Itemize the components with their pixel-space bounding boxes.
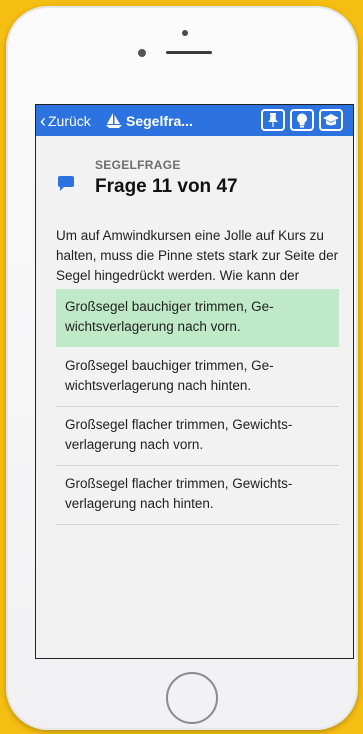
pin-button[interactable] (261, 109, 285, 131)
hint-button[interactable] (290, 109, 314, 131)
nav-title: Segelfra... (106, 105, 193, 136)
answer-text: Großsegel flacher trimmen, Gewichts-verl… (65, 417, 293, 452)
sensor (138, 49, 146, 57)
answer-option-3[interactable]: Großsegel flacher trimmen, Gewichts-verl… (56, 407, 339, 466)
graduation-cap-icon (323, 113, 339, 125)
lightbulb-icon (297, 113, 307, 127)
sailboat-icon (106, 113, 122, 128)
speaker (166, 51, 212, 54)
home-button[interactable] (166, 672, 218, 724)
question-title: Frage 11 von 47 (95, 176, 238, 197)
answer-list: Großsegel bauchiger trimmen, Ge-wichtsve… (56, 289, 339, 525)
camera (182, 30, 188, 36)
screen: ‹ Zurück Segelfra... SEGELFRAGE Frage 11… (35, 104, 354, 659)
chevron-left-icon: ‹ (40, 110, 46, 131)
answer-option-4[interactable]: Großsegel flacher trimmen, Gewichts-verl… (56, 466, 339, 525)
answer-option-2[interactable]: Großsegel bauchiger trimmen, Ge-wichtsve… (56, 348, 339, 407)
answer-text: Großsegel bauchiger trimmen, Ge-wichtsve… (65, 358, 274, 393)
nav-title-text: Segelfra... (126, 112, 193, 129)
answer-text: Großsegel flacher trimmen, Gewichts-verl… (65, 476, 293, 511)
phone-frame: ‹ Zurück Segelfra... SEGELFRAGE Frage 11… (6, 6, 358, 730)
answer-text: Großsegel bauchiger trimmen, Ge-wichtsve… (65, 299, 274, 334)
speech-bubble-icon (58, 176, 74, 191)
pin-icon (268, 113, 278, 127)
answer-option-1[interactable]: Großsegel bauchiger trimmen, Ge-wichtsve… (56, 289, 339, 347)
question-category: SEGELFRAGE (95, 158, 181, 172)
navbar: ‹ Zurück Segelfra... (36, 105, 353, 136)
back-button[interactable]: ‹ Zurück (40, 105, 91, 136)
back-label: Zurück (48, 112, 91, 129)
learn-button[interactable] (319, 109, 343, 131)
